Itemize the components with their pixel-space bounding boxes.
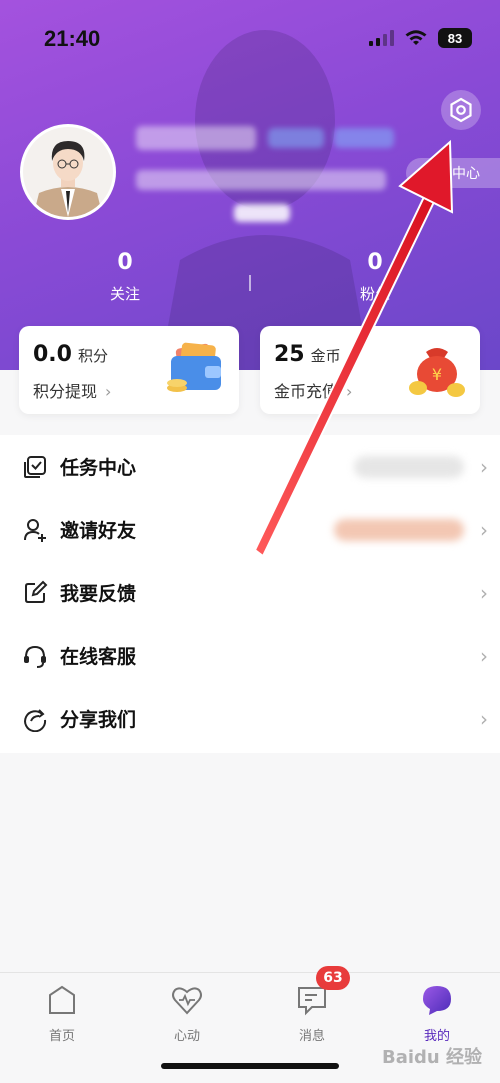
chevron-right-icon: › bbox=[346, 382, 353, 401]
settings-hexagon-icon bbox=[450, 97, 472, 123]
obscured-user-id bbox=[234, 204, 290, 222]
followers-stat[interactable]: 0 粉丝 bbox=[315, 250, 435, 304]
menu-label: 我要反馈 bbox=[60, 583, 137, 605]
member-center-label: 中心 bbox=[452, 166, 480, 182]
menu-label: 分享我们 bbox=[60, 709, 137, 731]
coins-value-row: 25 金币 bbox=[274, 342, 341, 367]
svg-text:¥: ¥ bbox=[432, 365, 442, 384]
wifi-icon bbox=[405, 30, 427, 45]
tab-label: 首页 bbox=[48, 1029, 75, 1044]
cellular-signal-icon bbox=[369, 30, 394, 46]
stats-divider bbox=[249, 275, 251, 291]
obscured-user-info bbox=[136, 170, 386, 190]
points-card[interactable]: 0.0 积分 积分提现 › bbox=[19, 326, 239, 414]
menu-label: 邀请好友 bbox=[60, 520, 137, 542]
heart-pulse-icon bbox=[172, 987, 202, 1015]
share-icon bbox=[24, 708, 47, 732]
tab-label: 消息 bbox=[298, 1029, 325, 1044]
edit-icon bbox=[25, 580, 48, 603]
menu-item-feedback[interactable]: 我要反馈 › bbox=[0, 561, 500, 624]
tab-messages[interactable]: 消息 bbox=[272, 983, 352, 1044]
chevron-right-icon: › bbox=[480, 706, 488, 731]
chevron-right-icon: › bbox=[480, 580, 488, 605]
menu-item-task-center[interactable]: 任务中心 › bbox=[0, 435, 500, 498]
tab-home[interactable]: 首页 bbox=[22, 983, 102, 1044]
wallet-icon bbox=[167, 342, 221, 392]
member-center-button[interactable]: 中心 bbox=[406, 158, 500, 188]
avatar-illustration bbox=[23, 127, 113, 217]
points-value-row: 0.0 积分 bbox=[33, 342, 108, 367]
chevron-right-icon: › bbox=[105, 382, 112, 401]
home-icon bbox=[49, 985, 75, 1014]
tab-label: 心动 bbox=[173, 1029, 200, 1044]
menu-list: 任务中心 › 邀请好友 › 我要反馈 › 在线客服 › 分享我们 › bbox=[0, 435, 500, 753]
menu-item-invite-friends[interactable]: 邀请好友 › bbox=[0, 498, 500, 561]
status-bar: 21:40 83 bbox=[0, 0, 500, 80]
battery-indicator: 83 bbox=[438, 28, 472, 48]
obscured-tag bbox=[268, 128, 324, 148]
points-withdraw-label: 积分提现 bbox=[33, 382, 98, 401]
chevron-right-icon: › bbox=[480, 643, 488, 668]
add-user-icon bbox=[24, 518, 46, 542]
points-withdraw-link[interactable]: 积分提现 › bbox=[33, 378, 111, 402]
following-stat[interactable]: 0 关注 bbox=[65, 250, 185, 304]
tab-me[interactable]: 我的 bbox=[397, 983, 477, 1044]
menu-item-customer-service[interactable]: 在线客服 › bbox=[0, 624, 500, 687]
chevron-right-icon: › bbox=[480, 517, 488, 542]
obscured-menu-info bbox=[334, 518, 464, 541]
coins-recharge-label: 金币充值 bbox=[274, 382, 339, 401]
coins-recharge-link[interactable]: 金币充值 › bbox=[274, 378, 352, 402]
headset-icon bbox=[24, 645, 46, 668]
tab-heartbeat[interactable]: 心动 bbox=[147, 983, 227, 1044]
avatar[interactable] bbox=[20, 124, 116, 220]
following-count: 0 bbox=[117, 250, 133, 275]
obscured-tag bbox=[334, 128, 394, 148]
status-time: 21:40 bbox=[44, 26, 101, 51]
coins-card[interactable]: 25 金币 金币充值 › ¥ bbox=[260, 326, 480, 414]
tab-label: 我的 bbox=[423, 1029, 450, 1044]
messages-badge: 63 bbox=[316, 966, 350, 990]
task-check-icon bbox=[24, 455, 46, 478]
money-bag-icon: ¥ bbox=[409, 348, 465, 397]
points-value: 0.0 bbox=[33, 342, 72, 367]
chevron-right-icon: › bbox=[480, 454, 488, 479]
watermark: Baidu 经验 bbox=[381, 1047, 482, 1068]
menu-item-share[interactable]: 分享我们 › bbox=[0, 687, 500, 750]
obscured-username bbox=[136, 126, 256, 150]
coins-unit: 金币 bbox=[310, 347, 341, 365]
me-bubble-icon bbox=[423, 986, 451, 1015]
status-icons: 83 bbox=[369, 28, 472, 48]
settings-button[interactable] bbox=[441, 90, 481, 130]
home-indicator bbox=[161, 1063, 339, 1069]
menu-label: 任务中心 bbox=[60, 457, 137, 479]
menu-label: 在线客服 bbox=[60, 646, 137, 668]
coins-value: 25 bbox=[274, 342, 305, 367]
followers-count: 0 bbox=[367, 250, 383, 275]
follow-stats: 0 关注 0 粉丝 bbox=[0, 250, 500, 320]
points-unit: 积分 bbox=[77, 347, 108, 365]
following-label: 关注 bbox=[109, 285, 140, 303]
obscured-menu-info bbox=[354, 455, 464, 478]
followers-label: 粉丝 bbox=[359, 285, 390, 303]
